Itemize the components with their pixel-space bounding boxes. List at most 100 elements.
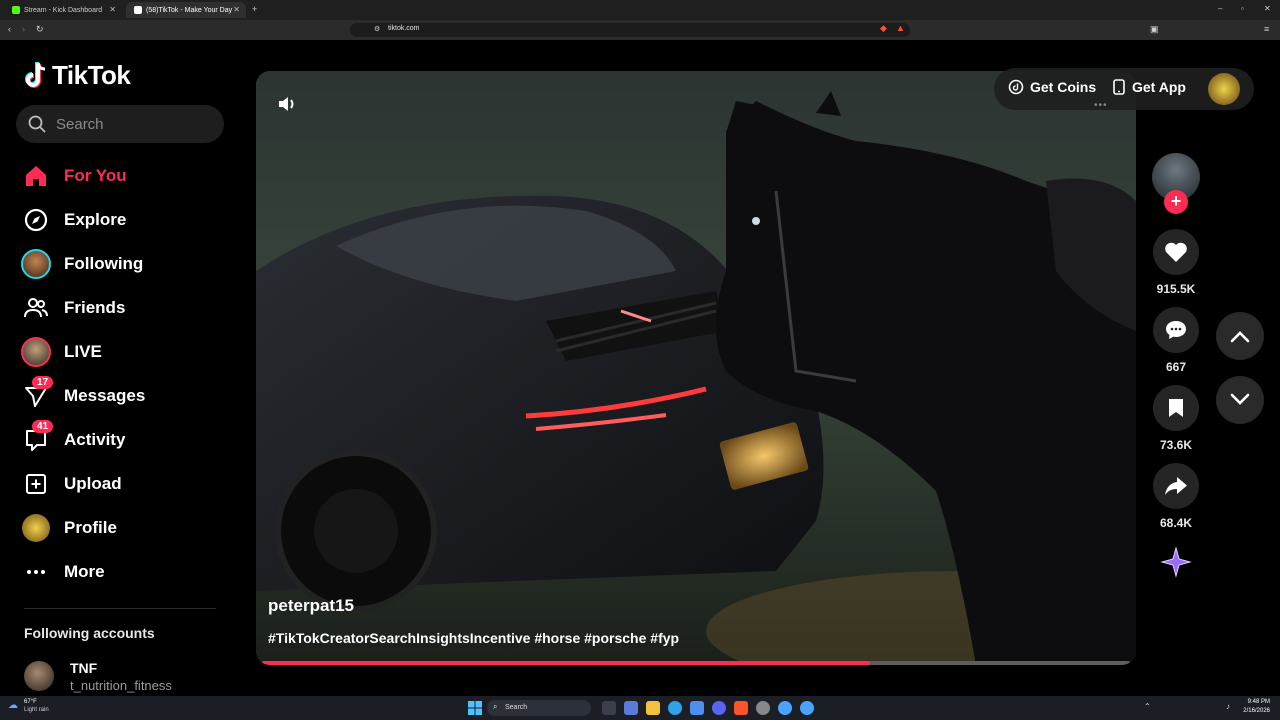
bookmark-icon [1169,399,1183,417]
save-button[interactable] [1153,385,1199,431]
menu-icon[interactable]: ≡ [1264,24,1269,34]
sidebar-item-label: LIVE [64,342,102,361]
more-dots-icon [20,556,52,588]
messages-badge: 17 [32,376,54,389]
brave-icon[interactable] [734,701,748,715]
sidebar-item-explore[interactable]: Explore [20,202,230,238]
search-icon: ⌕ [493,702,498,711]
rewards-icon[interactable]: ▲ [896,23,905,33]
following-account-handle[interactable]: t_nutrition_fitness [70,678,172,693]
share-button[interactable] [1153,463,1199,509]
obs-icon[interactable] [756,701,770,715]
reload-icon[interactable]: ↻ [36,24,44,35]
sidebar-item-label: Messages [64,386,146,405]
previous-video-button[interactable] [1216,312,1264,360]
like-count: 915.5K [1156,282,1196,296]
video-creator-username[interactable]: peterpat15 [268,596,354,616]
comment-button[interactable] [1153,307,1199,353]
clock-date[interactable]: 2/16/2026 [1236,708,1270,714]
weather-icon[interactable]: ☁ [8,700,18,711]
new-tab-icon[interactable]: + [252,4,257,14]
site-info-icon[interactable]: ⚙ [374,25,380,33]
chevron-down-icon [1230,393,1250,405]
get-app-button[interactable]: Get App [1112,79,1186,95]
brave-shield-icon[interactable]: ◆ [880,23,887,34]
sidebar-item-for-you[interactable]: For You [20,158,230,194]
tab-tiktok[interactable]: (58)TikTok - Make Your Day ✕ [126,2,246,18]
volume-icon[interactable] [276,93,298,115]
app-icon[interactable] [778,701,792,715]
close-window-icon[interactable]: ✕ [1264,4,1271,13]
heart-icon [1165,242,1187,262]
sidebar-item-label: Friends [64,298,126,317]
activity-badge: 41 [32,420,54,433]
taskbar-search[interactable]: ⌕ Search [487,700,591,716]
sidebar-item-activity[interactable]: 41 Activity [20,420,230,458]
sparkle-effect-icon[interactable] [1158,544,1194,580]
sidebar-item-live[interactable]: LIVE [20,334,230,370]
compass-icon [20,204,52,236]
sidebar-item-label: Upload [64,474,122,493]
extensions-icon[interactable]: ▣ [1150,24,1159,35]
comment-icon [1166,321,1186,339]
profile-avatar-icon [20,512,52,544]
url-text: tiktok.com [388,25,420,32]
sidebar-item-upload[interactable]: Upload [20,466,230,502]
volume-tray-icon[interactable]: ♪ [1226,702,1230,711]
search-input[interactable]: Search [16,105,224,143]
following-avatar-icon [20,248,52,280]
windows-start-icon[interactable] [468,701,482,715]
tiktok-page: TikTok Search For You Explore Following … [0,40,1280,696]
sidebar-item-following[interactable]: Following [20,246,230,282]
task-view-icon[interactable] [602,701,616,715]
edge-icon[interactable] [668,701,682,715]
search-icon [28,115,46,133]
share-arrow-icon [1165,477,1187,495]
sidebar-item-profile[interactable]: Profile [20,510,230,546]
tiktok-note-icon [25,61,46,88]
close-tab-icon[interactable]: ✕ [109,5,116,14]
next-video-button[interactable] [1216,376,1264,424]
browser-address-bar: ‹ › ↻ ▯ ⚙ tiktok.com ◆ ▲ ▣ ≡ [0,20,1280,40]
live-avatar-icon [20,336,52,368]
restore-icon[interactable]: ▫ [1241,4,1244,13]
get-coins-button[interactable]: Get Coins [1008,79,1096,95]
widgets-icon[interactable] [624,701,638,715]
video-player[interactable]: peterpat15 #TikTokCreatorSearchInsightsI… [256,71,1136,665]
like-button[interactable] [1153,229,1199,275]
inbox-icon: 41 [20,420,54,456]
chevron-up-icon [1230,331,1250,343]
search-placeholder: Search [56,116,104,133]
taskbar-search-label: Search [505,704,528,711]
tiktok-favicon-icon [134,6,142,14]
sidebar-item-label: More [64,562,105,581]
sidebar-item-more[interactable]: More [20,554,230,590]
tray-chevron-icon[interactable]: ⌃ [1144,702,1151,711]
tab-kick-dashboard[interactable]: Stream - Kick Dashboard ✕ [4,2,122,18]
get-coins-label: Get Coins [1030,79,1097,95]
comment-count: 667 [1165,360,1187,374]
following-account-name[interactable]: TNF [70,660,97,676]
home-icon [20,160,52,192]
sidebar-divider [24,608,216,609]
sidebar-item-friends[interactable]: Friends [20,290,230,326]
minimize-icon[interactable]: – [1218,4,1222,13]
close-tab-icon[interactable]: ✕ [233,5,240,14]
following-account-avatar[interactable] [24,661,54,691]
back-icon[interactable]: ‹ [8,24,11,34]
app-icon[interactable] [800,701,814,715]
tiktok-logo[interactable]: TikTok [24,60,131,91]
video-caption[interactable]: #TikTokCreatorSearchInsightsIncentive #h… [268,630,679,646]
account-avatar[interactable] [1208,73,1240,105]
kick-favicon-icon [12,6,20,14]
file-explorer-icon[interactable] [646,701,660,715]
discord-icon[interactable] [712,701,726,715]
url-field[interactable]: ⚙ tiktok.com [350,23,910,37]
sidebar-item-label: Explore [64,210,127,229]
clock-time[interactable]: 9:48 PM [1236,699,1270,705]
sidebar-item-messages[interactable]: 17 Messages [20,376,230,414]
forward-icon[interactable]: › [22,24,25,34]
follow-plus-button[interactable]: + [1164,190,1188,214]
video-progress-bar[interactable] [262,661,1130,665]
store-icon[interactable] [690,701,704,715]
